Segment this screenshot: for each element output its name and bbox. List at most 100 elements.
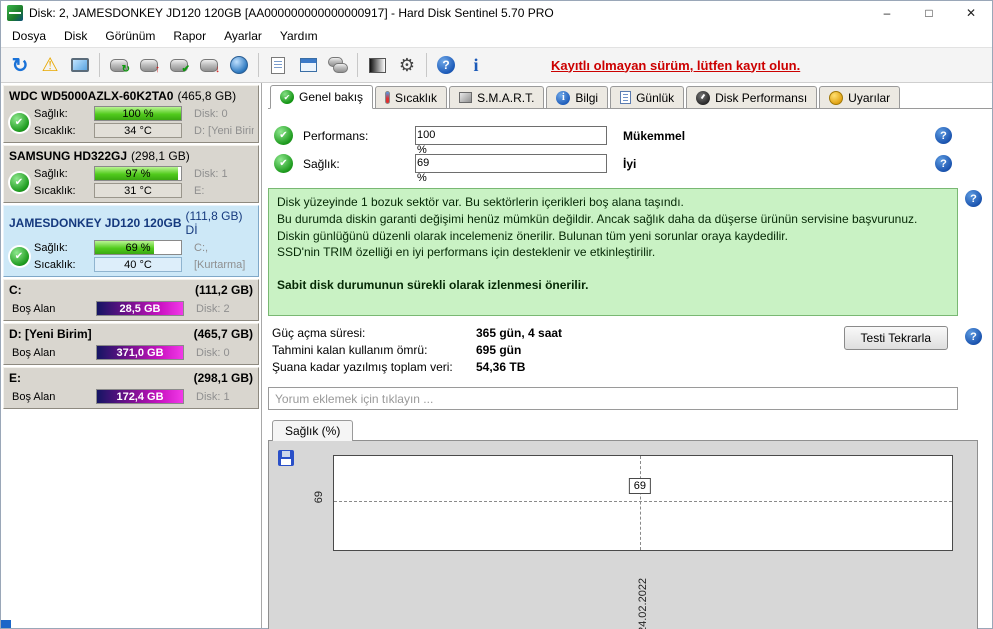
health-bar: 69 % (94, 240, 182, 255)
remove-disk-icon: ↑ (140, 58, 160, 74)
stats-help-icon[interactable]: ? (965, 328, 982, 345)
partition-size: (298,1 GB) (193, 371, 253, 385)
temp-label: Sıcaklık: (34, 184, 76, 197)
minimize-button[interactable]: – (866, 1, 908, 25)
rescan-disk-icon: ↓ (200, 58, 220, 74)
status-line: Diskin günlüğünü düzenli olarak inceleme… (277, 228, 788, 243)
partition-list-item-c[interactable]: C: (111,2 GB) Boş Alan 28,5 GB Disk: 2 (3, 279, 259, 321)
settings-button[interactable]: ⚙ (392, 51, 422, 79)
free-space-label: Boş Alan (12, 302, 56, 315)
save-chart-icon[interactable] (278, 450, 294, 466)
free-space-label: Boş Alan (12, 390, 56, 403)
performance-rating: Mükemmel (623, 128, 686, 143)
health-label: Sağlık: (303, 156, 340, 171)
disk-list-item-jamesdonkey-selected[interactable]: JAMESDONKEY JD120 120GB (111,8 GB) Dİ ✔ … (3, 205, 259, 277)
partition-name: C: (9, 283, 22, 297)
tab-bilgi[interactable]: i Bilgi (546, 86, 609, 108)
detect-disks-button[interactable]: ↻ (104, 51, 134, 79)
drive-letter-label: E: (194, 184, 205, 197)
detect-disks-icon: ↻ (110, 58, 130, 74)
status-recommendation: Sabit disk durumunun sürekli olarak izle… (277, 278, 589, 293)
disk-ok-icon: ✔ (9, 112, 29, 132)
status-line: Disk yüzeyinde 1 bozuk sektör var. Bu se… (277, 195, 684, 209)
toolbar-separator (258, 53, 259, 77)
tab-label: Uyarılar (848, 90, 891, 105)
network-disks-button[interactable] (224, 51, 254, 79)
options-window-icon (299, 58, 317, 72)
temp-value: 34 °C (94, 123, 182, 138)
disk-list-item-wdc[interactable]: WDC WD5000AZLX-60K2TA0 (465,8 GB) ✔ Sağl… (3, 85, 259, 143)
disk-list-item-samsung[interactable]: SAMSUNG HD322GJ (298,1 GB) ✔ Sağlık: 97 … (3, 145, 259, 203)
rescan-disk-button[interactable]: ↓ (194, 51, 224, 79)
register-notice-link[interactable]: Kayıtlı olmayan sürüm, lütfen kayıt olun… (551, 58, 800, 73)
health-history-chart: 69 69 24.02.2022 (268, 440, 978, 629)
status-line: Bu durumda diskin garanti değişimi henüz… (277, 211, 918, 226)
maximize-button[interactable]: □ (908, 1, 950, 25)
disk-ok-icon: ✔ (9, 172, 29, 192)
info-icon: i (556, 90, 571, 105)
temp-label: Sıcaklık: (34, 124, 76, 137)
accept-disk-button[interactable]: ✔ (164, 51, 194, 79)
retest-button[interactable]: Testi Tekrarla (843, 326, 948, 350)
tab-disk-performansi[interactable]: Disk Performansı (686, 86, 818, 108)
status-help-icon[interactable]: ? (965, 190, 982, 207)
tab-genel-bakis[interactable]: ✔ Genel bakış (270, 85, 374, 109)
tab-gunluk[interactable]: Günlük (610, 86, 685, 108)
tab-uyarilar[interactable]: Uyarılar (819, 86, 901, 108)
report-monitor-button[interactable] (65, 51, 95, 79)
health-gauge: 69 % (415, 154, 607, 184)
refresh-icon: ↻ (11, 54, 29, 77)
performance-help-icon[interactable]: ? (935, 127, 952, 144)
menu-rapor[interactable]: Rapor (164, 26, 215, 46)
chart-x-axis-label: 24.02.2022 (637, 577, 649, 629)
gear-icon: ⚙ (398, 54, 416, 75)
help-icon: ? (437, 56, 455, 74)
tab-sicaklik[interactable]: Sıcaklık (375, 86, 448, 108)
menu-bar: Dosya Disk Görünüm Rapor Ayarlar Yardım (1, 25, 992, 47)
smart-icon (459, 92, 473, 103)
stat-value: 695 gün (476, 343, 522, 357)
remove-disk-button[interactable]: ↑ (134, 51, 164, 79)
disk-index-label: Disk: 0 (196, 346, 230, 359)
disk-index-label: Disk: 1 (196, 390, 230, 403)
close-button[interactable]: ✕ (950, 1, 992, 25)
refresh-button[interactable]: ↻ (5, 51, 35, 79)
partition-list-item-d[interactable]: D: [Yeni Birim] (465,7 GB) Boş Alan 371,… (3, 323, 259, 365)
free-space-bar: 172,4 GB (96, 389, 184, 404)
menu-disk[interactable]: Disk (55, 26, 96, 46)
chart-gridline-horizontal (334, 501, 952, 503)
disk-sidebar: WDC WD5000AZLX-60K2TA0 (465,8 GB) ✔ Sağl… (1, 83, 262, 628)
menu-dosya[interactable]: Dosya (3, 26, 55, 46)
stat-row-total-written: Şuana kadar yazılmış toplam veri: 54,36 … (268, 360, 562, 374)
stat-value: 365 gün, 4 saat (476, 326, 563, 340)
report-button[interactable] (263, 51, 293, 79)
warnings-button[interactable]: ⚠ (35, 51, 65, 79)
help-button[interactable]: ? (431, 51, 461, 79)
disk-header: SAMSUNG HD322GJ (298,1 GB) (4, 146, 258, 165)
tab-smart[interactable]: S.M.A.R.T. (449, 86, 545, 108)
status-section: Disk yüzeyinde 1 bozuk sektör var. Bu se… (268, 188, 988, 316)
options-button[interactable] (293, 51, 323, 79)
stats-list: Güç açma süresi: 365 gün, 4 saat Tahmini… (268, 326, 562, 377)
surface-test-button[interactable] (362, 51, 392, 79)
menu-yardim[interactable]: Yardım (271, 26, 327, 46)
main-pane: ✔ Genel bakış Sıcaklık S.M.A.R.T. i Bilg… (262, 83, 992, 629)
stats-section: Güç açma süresi: 365 gün, 4 saat Tahmini… (268, 326, 988, 377)
monitor-icon (71, 58, 89, 72)
partition-list-item-e[interactable]: E: (298,1 GB) Boş Alan 172,4 GB Disk: 1 (3, 367, 259, 409)
comment-input[interactable] (268, 387, 958, 410)
chart-tab-health[interactable]: Sağlık (%) (272, 420, 354, 441)
temperature-icon (385, 91, 391, 104)
disk-overview-button[interactable] (323, 51, 353, 79)
performance-label: Performans: (303, 128, 369, 143)
health-help-icon[interactable]: ? (935, 155, 952, 172)
stat-label: Güç açma süresi: (272, 326, 366, 340)
disk-name: SAMSUNG HD322GJ (9, 149, 128, 163)
menu-gorunum[interactable]: Görünüm (96, 26, 164, 46)
disk-size: (111,8 GB) Dİ (185, 209, 243, 237)
about-button[interactable]: i (461, 51, 491, 79)
menu-ayarlar[interactable]: Ayarlar (215, 26, 271, 46)
temp-value: 31 °C (94, 183, 182, 198)
partition-name: D: [Yeni Birim] (9, 327, 92, 341)
disk-ok-icon: ✔ (9, 246, 29, 266)
